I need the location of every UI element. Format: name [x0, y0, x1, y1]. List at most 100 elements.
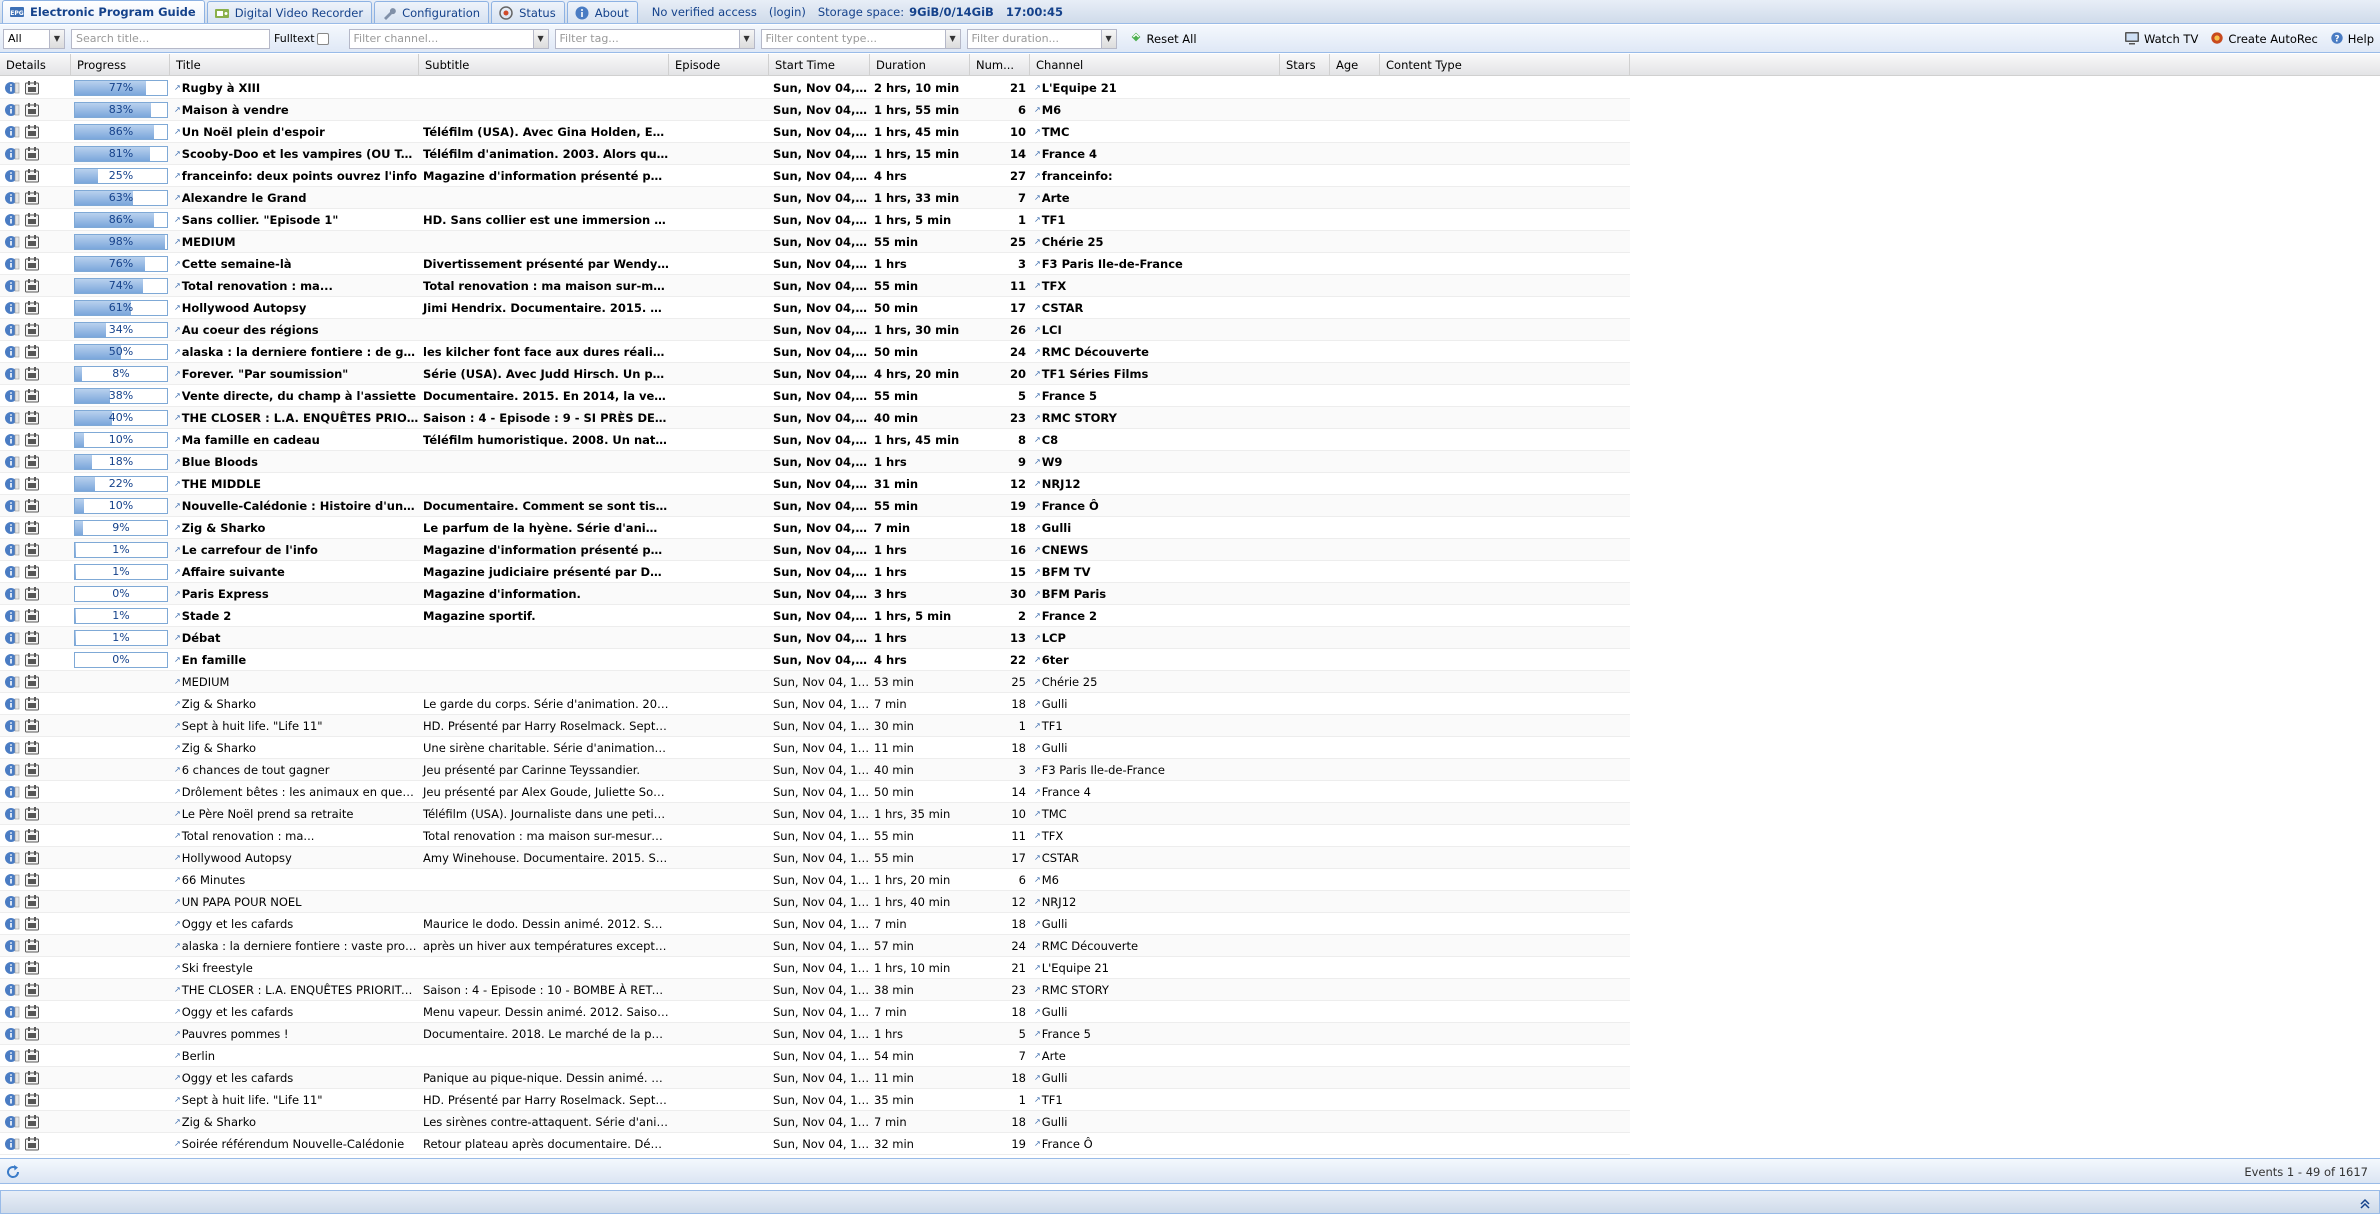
external-link-icon[interactable]: ↗: [1034, 479, 1041, 488]
external-link-icon[interactable]: ↗: [174, 105, 181, 114]
chevron-down-icon[interactable]: ▼: [1100, 29, 1116, 48]
schedule-record-icon[interactable]: [24, 960, 40, 976]
column-header-start-time[interactable]: Start Time: [769, 54, 870, 76]
details-icon[interactable]: [4, 740, 20, 756]
channel-filter[interactable]: Filter channel... ▼: [348, 28, 549, 49]
table-row[interactable]: 1% ↗Affaire suivante Magazine judiciaire p…: [0, 561, 1630, 583]
details-icon[interactable]: [4, 872, 20, 888]
details-icon[interactable]: [4, 190, 20, 206]
details-icon[interactable]: [4, 696, 20, 712]
external-link-icon[interactable]: ↗: [174, 941, 181, 950]
table-row[interactable]: 10% ↗Nouvelle-Calédonie : Histoire d'une …: [0, 495, 1630, 517]
external-link-icon[interactable]: ↗: [174, 523, 181, 532]
schedule-record-icon[interactable]: [24, 762, 40, 778]
details-icon[interactable]: [4, 80, 20, 96]
content-type-filter[interactable]: Filter content type... ▼: [760, 28, 961, 49]
table-row[interactable]: ↗Sept à huit life. "Life 11" HD. Présenté…: [0, 1089, 1630, 1111]
external-link-icon[interactable]: ↗: [1034, 633, 1041, 642]
schedule-record-icon[interactable]: [24, 608, 40, 624]
schedule-record-icon[interactable]: [24, 740, 40, 756]
table-row[interactable]: 86% ↗Un Noël plein d'espoir Téléfilm (USA)…: [0, 121, 1630, 143]
external-link-icon[interactable]: ↗: [1034, 105, 1041, 114]
external-link-icon[interactable]: ↗: [1034, 963, 1041, 972]
schedule-record-icon[interactable]: [24, 938, 40, 954]
external-link-icon[interactable]: ↗: [174, 149, 181, 158]
tab-about[interactable]: About: [566, 1, 638, 23]
refresh-icon[interactable]: [5, 1164, 21, 1180]
details-icon[interactable]: [4, 476, 20, 492]
table-row[interactable]: 1% ↗Stade 2 Magazine sportif. Sun, Nov 04, …: [0, 605, 1630, 627]
external-link-icon[interactable]: ↗: [1034, 655, 1041, 664]
details-icon[interactable]: [4, 432, 20, 448]
external-link-icon[interactable]: ↗: [1034, 237, 1041, 246]
reset-all-button[interactable]: Reset All: [1123, 29, 1203, 49]
details-icon[interactable]: [4, 916, 20, 932]
schedule-record-icon[interactable]: [24, 1026, 40, 1042]
table-row[interactable]: ↗Zig & Sharko Le garde du corps. Série d'…: [0, 693, 1630, 715]
details-icon[interactable]: [4, 828, 20, 844]
schedule-record-icon[interactable]: [24, 1114, 40, 1130]
external-link-icon[interactable]: ↗: [174, 875, 181, 884]
table-row[interactable]: ↗Oggy et les cafards Menu vapeur. Dessin …: [0, 1001, 1630, 1023]
table-row[interactable]: 81%↗Scooby-Doo et les vampires (OU Tenni…: [0, 143, 1630, 165]
external-link-icon[interactable]: ↗: [174, 721, 181, 730]
external-link-icon[interactable]: ↗: [1034, 589, 1041, 598]
schedule-record-icon[interactable]: [24, 586, 40, 602]
details-icon[interactable]: [4, 1070, 20, 1086]
external-link-icon[interactable]: ↗: [1034, 919, 1041, 928]
details-icon[interactable]: [4, 630, 20, 646]
table-row[interactable]: 76% ↗Cette semaine-là Divertissement prése…: [0, 253, 1630, 275]
external-link-icon[interactable]: ↗: [1034, 831, 1041, 840]
external-link-icon[interactable]: ↗: [174, 699, 181, 708]
external-link-icon[interactable]: ↗: [174, 1029, 181, 1038]
schedule-record-icon[interactable]: [24, 190, 40, 206]
table-row[interactable]: ↗Oggy et les cafards Panique au pique-niq…: [0, 1067, 1630, 1089]
details-icon[interactable]: [4, 1092, 20, 1108]
table-row[interactable]: ↗Berlin Sun, Nov 04, 17... 54 min 7 ↗Arte: [0, 1045, 1630, 1067]
table-row[interactable]: ↗Zig & Sharko Les sirènes contre-attaquen…: [0, 1111, 1630, 1133]
external-link-icon[interactable]: ↗: [1034, 853, 1041, 862]
details-icon[interactable]: [4, 674, 20, 690]
external-link-icon[interactable]: ↗: [1034, 259, 1041, 268]
column-header-content-type[interactable]: Content Type: [1380, 54, 1630, 76]
details-icon[interactable]: [4, 1048, 20, 1064]
details-icon[interactable]: [4, 564, 20, 580]
external-link-icon[interactable]: ↗: [174, 1051, 181, 1060]
external-link-icon[interactable]: ↗: [174, 853, 181, 862]
schedule-record-icon[interactable]: [24, 696, 40, 712]
external-link-icon[interactable]: ↗: [174, 303, 181, 312]
table-row[interactable]: 83% ↗Maison à vendre Sun, Nov 04, 1... 1 hr…: [0, 99, 1630, 121]
table-row[interactable]: 34% ↗Au coeur des régions Sun, Nov 04, 1..…: [0, 319, 1630, 341]
schedule-record-icon[interactable]: [24, 982, 40, 998]
table-row[interactable]: 74% ↗Total renovation : ma... Total renova…: [0, 275, 1630, 297]
details-icon[interactable]: [4, 278, 20, 294]
schedule-record-icon[interactable]: [24, 520, 40, 536]
schedule-record-icon[interactable]: [24, 916, 40, 932]
external-link-icon[interactable]: ↗: [1034, 501, 1041, 510]
tab-dvr[interactable]: Digital Video Recorder: [206, 1, 373, 23]
schedule-record-icon[interactable]: [24, 212, 40, 228]
table-row[interactable]: 0% ↗En famille Sun, Nov 04, 1... 4 hrs 22 ↗6t…: [0, 649, 1630, 671]
column-header-subtitle[interactable]: Subtitle: [419, 54, 669, 76]
external-link-icon[interactable]: ↗: [174, 589, 181, 598]
external-link-icon[interactable]: ↗: [174, 325, 181, 334]
schedule-record-icon[interactable]: [24, 124, 40, 140]
external-link-icon[interactable]: ↗: [1034, 1139, 1041, 1148]
schedule-record-icon[interactable]: [24, 278, 40, 294]
details-icon[interactable]: [4, 718, 20, 734]
schedule-record-icon[interactable]: [24, 564, 40, 580]
column-header-age[interactable]: Age: [1330, 54, 1380, 76]
schedule-record-icon[interactable]: [24, 1070, 40, 1086]
details-icon[interactable]: [4, 542, 20, 558]
column-header-details[interactable]: Details: [0, 54, 71, 76]
table-row[interactable]: 63% ↗Alexandre le Grand Sun, Nov 04, 1... 1…: [0, 187, 1630, 209]
schedule-record-icon[interactable]: [24, 1004, 40, 1020]
details-icon[interactable]: [4, 366, 20, 382]
watch-tv-button[interactable]: Watch TV: [2118, 29, 2204, 49]
external-link-icon[interactable]: ↗: [174, 83, 181, 92]
details-icon[interactable]: [4, 982, 20, 998]
column-header-number[interactable]: Num...: [970, 54, 1030, 76]
external-link-icon[interactable]: ↗: [174, 193, 181, 202]
external-link-icon[interactable]: ↗: [174, 1117, 181, 1126]
schedule-record-icon[interactable]: [24, 850, 40, 866]
